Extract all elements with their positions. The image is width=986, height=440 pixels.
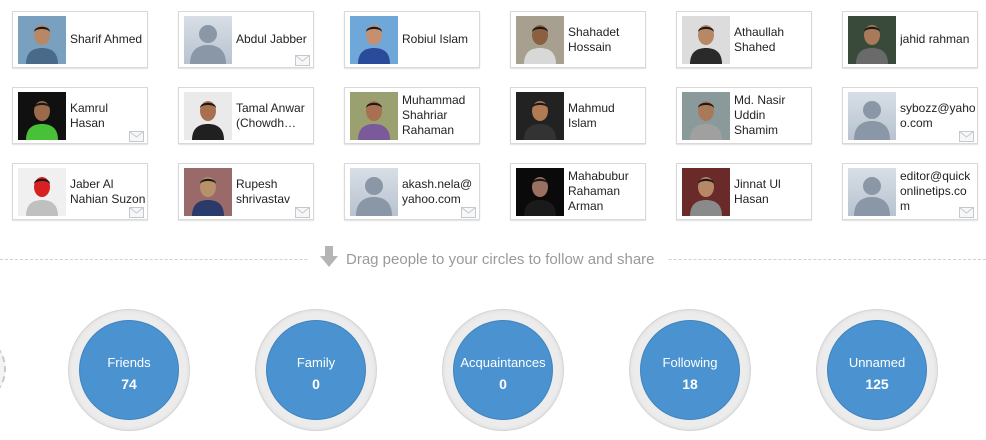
circle-label: Unnamed: [848, 355, 906, 370]
drag-hint: Drag people to your circles to follow an…: [308, 246, 667, 272]
circle-count: 125: [865, 376, 889, 392]
circle-following[interactable]: Following 18: [629, 309, 751, 431]
default-avatar: [184, 16, 232, 64]
person-name: Shahadet Hossain: [568, 24, 620, 54]
avatar: [18, 168, 66, 216]
avatar: [848, 16, 896, 64]
person-card[interactable]: Rupesh shrivastav: [178, 163, 314, 220]
person-card[interactable]: Mahabubur Rahaman Arman: [510, 163, 646, 220]
person-card[interactable]: sybozz@yahoo.com: [842, 87, 978, 144]
default-avatar: [848, 168, 896, 216]
avatar: [682, 16, 730, 64]
avatar: [516, 16, 564, 64]
circle-unnamed[interactable]: Unnamed 125: [816, 309, 938, 431]
person-card[interactable]: akash.nela@yahoo.com: [344, 163, 480, 220]
circle-inner: Acquaintances 0: [454, 321, 552, 419]
email-icon: [461, 205, 476, 218]
person-name: Muhammad Shahriar Rahaman: [402, 93, 466, 137]
person-card[interactable]: Robiul Islam: [344, 11, 480, 68]
avatar: [18, 16, 66, 64]
person-name: Jinnat Ul Hasan: [734, 176, 781, 206]
person-card[interactable]: Kamrul Hasan: [12, 87, 148, 144]
circle-inner: Family 0: [267, 321, 365, 419]
person-card[interactable]: Shahadet Hossain: [510, 11, 646, 68]
circle-friends[interactable]: Friends 74: [68, 309, 190, 431]
avatar: [18, 92, 66, 140]
person-card[interactable]: Athaullah Shahed: [676, 11, 812, 68]
person-name: Mahabubur Rahaman Arman: [568, 169, 629, 213]
person-card[interactable]: Mahmud Islam: [510, 87, 646, 144]
circle-count: 74: [121, 376, 137, 392]
person-card[interactable]: Tamal Anwar (Chowdh…: [178, 87, 314, 144]
circle-count: 0: [499, 376, 507, 392]
circle-inner: Following 18: [641, 321, 739, 419]
circle-count: 18: [682, 376, 698, 392]
avatar: [516, 92, 564, 140]
email-icon: [959, 205, 974, 218]
person-name: jahid rahman: [900, 32, 970, 46]
drag-hint-text: Drag people to your circles to follow an…: [346, 250, 655, 268]
person-card[interactable]: Jinnat Ul Hasan: [676, 163, 812, 220]
add-circle-partial[interactable]: [0, 343, 6, 395]
circle-inner: Unnamed 125: [828, 321, 926, 419]
circle-acquaintances[interactable]: Acquaintances 0: [442, 309, 564, 431]
email-icon: [295, 53, 310, 66]
avatar: [682, 168, 730, 216]
circle-label: Friends: [107, 355, 151, 370]
person-name: Robiul Islam: [402, 32, 469, 46]
circle-count: 0: [312, 376, 320, 392]
email-icon: [129, 205, 144, 218]
email-icon: [295, 205, 310, 218]
email-icon: [129, 129, 144, 142]
person-card[interactable]: Sharif Ahmed: [12, 11, 148, 68]
person-name: Sharif Ahmed: [70, 32, 143, 46]
people-grid: Sharif Ahmed Abdul Jabber Robiul Islam Shah…: [0, 0, 986, 230]
person-card[interactable]: Jaber Al Nahian Suzon: [12, 163, 148, 220]
circle-label: Following: [662, 355, 718, 370]
circle-label: Family: [296, 355, 336, 370]
person-name: Athaullah Shahed: [734, 24, 785, 54]
avatar: [350, 16, 398, 64]
email-icon: [959, 129, 974, 142]
default-avatar: [848, 92, 896, 140]
default-avatar: [350, 168, 398, 216]
avatar: [516, 168, 564, 216]
circle-inner: Friends 74: [80, 321, 178, 419]
person-card[interactable]: Muhammad Shahriar Rahaman: [344, 87, 480, 144]
person-card[interactable]: editor@quickonlinetips.com: [842, 163, 978, 220]
person-name: Mahmud Islam: [568, 100, 615, 130]
person-name: Md. Nasir Uddin Shamim: [734, 93, 786, 137]
person-name: Tamal Anwar (Chowdh…: [236, 100, 305, 130]
circle-label: Acquaintances: [460, 355, 546, 370]
person-card[interactable]: Md. Nasir Uddin Shamim: [676, 87, 812, 144]
avatar: [184, 92, 232, 140]
person-card[interactable]: jahid rahman: [842, 11, 978, 68]
person-card[interactable]: Abdul Jabber: [178, 11, 314, 68]
avatar: [184, 168, 232, 216]
avatar: [682, 92, 730, 140]
avatar: [350, 92, 398, 140]
arrow-down-icon: [320, 246, 338, 272]
circle-family[interactable]: Family 0: [255, 309, 377, 431]
